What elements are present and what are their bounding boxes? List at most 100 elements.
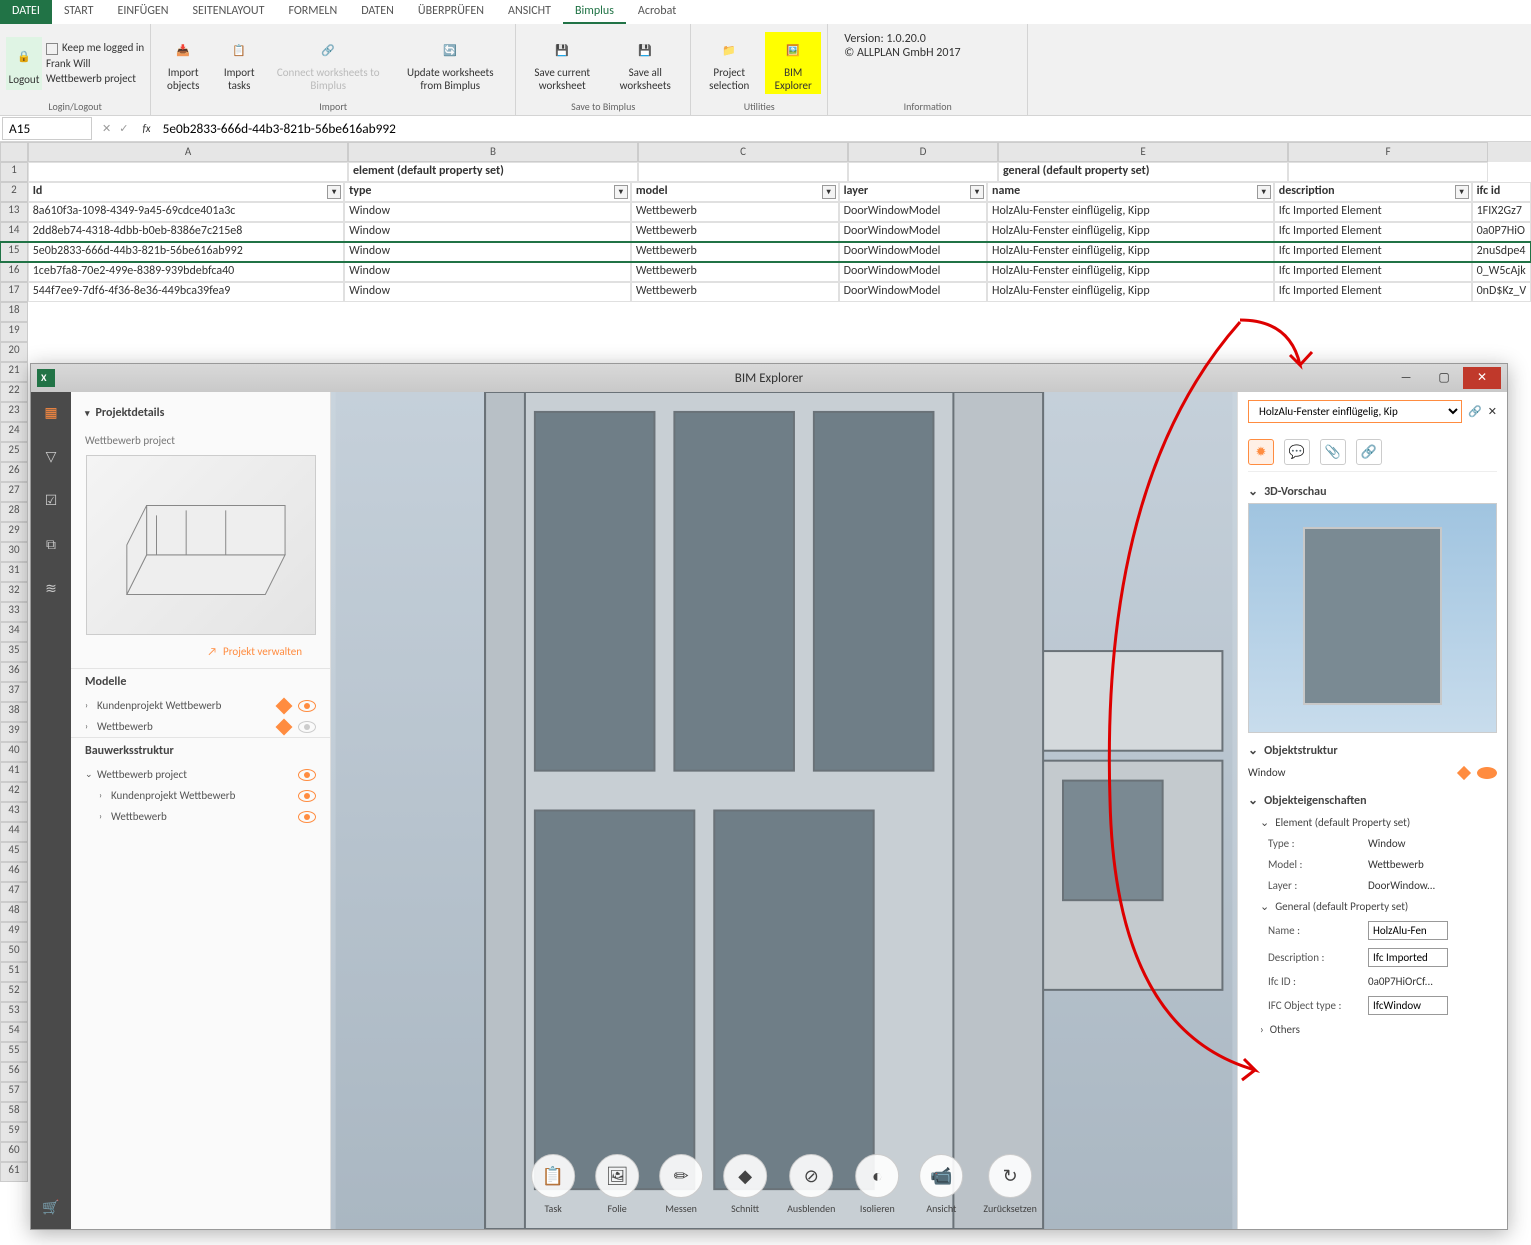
- col-header-a[interactable]: A: [28, 142, 348, 162]
- prop-tab-info-icon[interactable]: ✹: [1248, 439, 1274, 465]
- rail-tasks-icon[interactable]: ☑: [41, 490, 61, 510]
- section-models[interactable]: Modelle: [71, 668, 330, 695]
- tool-task[interactable]: 📋Task: [531, 1154, 575, 1215]
- struct-item-2[interactable]: ›Kundenprojekt Wettbewerb: [71, 785, 330, 806]
- filter-icon[interactable]: ▾: [1455, 185, 1469, 199]
- tool-view[interactable]: 📹Ansicht: [919, 1154, 963, 1215]
- row-header[interactable]: 25: [0, 442, 28, 462]
- row-header[interactable]: 36: [0, 662, 28, 682]
- col-header-c[interactable]: C: [638, 142, 848, 162]
- element-selector[interactable]: HolzAlu-Fenster einflügelig, Kip: [1248, 400, 1462, 423]
- diamond-icon[interactable]: [276, 697, 293, 714]
- import-objects-button[interactable]: 📥Import objects: [157, 32, 209, 94]
- row-header[interactable]: 42: [0, 782, 28, 802]
- row-header[interactable]: 33: [0, 602, 28, 622]
- diamond-icon[interactable]: [276, 718, 293, 735]
- row-header-1[interactable]: 1: [0, 162, 28, 182]
- row-header[interactable]: 29: [0, 522, 28, 542]
- row-header[interactable]: 34: [0, 622, 28, 642]
- project-selection-button[interactable]: 📁Project selection: [697, 32, 761, 94]
- row-header[interactable]: 32: [0, 582, 28, 602]
- rail-filter-icon[interactable]: ▽: [41, 446, 61, 466]
- tab-bimplus[interactable]: Bimplus: [563, 0, 626, 24]
- logout-button[interactable]: 🔒 Logout: [6, 37, 42, 90]
- row-header[interactable]: 57: [0, 1082, 28, 1102]
- row-header[interactable]: 51: [0, 962, 28, 982]
- section-structure[interactable]: Bauwerksstruktur: [71, 737, 330, 764]
- accept-formula-icon[interactable]: ✓: [119, 122, 128, 135]
- select-all-corner[interactable]: [0, 142, 28, 162]
- struct-item-3[interactable]: ›Wettbewerb: [71, 806, 330, 827]
- diamond-icon[interactable]: [1457, 765, 1471, 779]
- row-header[interactable]: 19: [0, 322, 28, 342]
- prop-tab-link-icon[interactable]: 🔗: [1356, 439, 1382, 465]
- cancel-formula-icon[interactable]: ✕: [102, 122, 111, 135]
- element-preview[interactable]: [1248, 503, 1497, 733]
- row-header[interactable]: 54: [0, 1022, 28, 1042]
- filter-icon[interactable]: ▾: [822, 185, 836, 199]
- row-header-2[interactable]: 2: [0, 182, 28, 202]
- tool-section[interactable]: ◆Schnitt: [723, 1154, 767, 1215]
- row-header[interactable]: 58: [0, 1102, 28, 1122]
- prop-name-input[interactable]: [1368, 921, 1448, 940]
- row-header[interactable]: 39: [0, 722, 28, 742]
- row-header[interactable]: 15: [0, 242, 28, 262]
- table-row[interactable]: 14 2dd8eb74-4318-4dbb-b0eb-8386e7c215e8 …: [0, 222, 1531, 242]
- row-header[interactable]: 37: [0, 682, 28, 702]
- row-header[interactable]: 45: [0, 842, 28, 862]
- row-header[interactable]: 41: [0, 762, 28, 782]
- eye-icon[interactable]: [298, 700, 316, 712]
- table-row[interactable]: 17 544f7ee9-7df6-4f36-8e36-449bca39fea9 …: [0, 282, 1531, 302]
- project-thumbnail[interactable]: [86, 455, 316, 635]
- row-header[interactable]: 13: [0, 202, 28, 222]
- row-header[interactable]: 61: [0, 1162, 28, 1182]
- table-row[interactable]: 13 8a610f3a-1098-4349-9a45-69cdce401a3c …: [0, 202, 1531, 222]
- keep-logged-checkbox[interactable]: Keep me logged in: [46, 41, 144, 54]
- row-header[interactable]: 50: [0, 942, 28, 962]
- tool-reset[interactable]: ↻Zurücksetzen: [983, 1154, 1037, 1215]
- row-header[interactable]: 53: [0, 1002, 28, 1022]
- filter-icon[interactable]: ▾: [327, 185, 341, 199]
- eye-icon[interactable]: [298, 811, 316, 823]
- row-header[interactable]: 22: [0, 382, 28, 402]
- section-object-props[interactable]: ⌄Objekteigenschaften: [1248, 789, 1497, 812]
- struct-item-1[interactable]: ⌄Wettbewerb project: [71, 764, 330, 785]
- row-header[interactable]: 18: [0, 302, 28, 322]
- row-header[interactable]: 28: [0, 502, 28, 522]
- row-header[interactable]: 59: [0, 1122, 28, 1142]
- rail-compare-icon[interactable]: ≋: [41, 578, 61, 598]
- model-item-2[interactable]: ›Wettbewerb: [71, 716, 330, 737]
- name-box[interactable]: [2, 117, 92, 140]
- tab-data[interactable]: DATEN: [349, 0, 406, 24]
- row-header[interactable]: 60: [0, 1142, 28, 1162]
- row-header[interactable]: 48: [0, 902, 28, 922]
- section-object-structure[interactable]: ⌄Objektstruktur: [1248, 739, 1497, 762]
- update-worksheets-button[interactable]: 🔄Update worksheets from Bimplus: [391, 32, 509, 94]
- propset-general[interactable]: ⌄General (default Property set): [1248, 896, 1497, 917]
- col-header-b[interactable]: B: [348, 142, 638, 162]
- row-header[interactable]: 31: [0, 562, 28, 582]
- section-project-details[interactable]: ▾Projektdetails: [71, 400, 330, 426]
- bim-3d-viewport[interactable]: 📋Task 🖼Folie ✏Messen ◆Schnitt ⊘Ausblende…: [331, 392, 1237, 1229]
- row-header[interactable]: 16: [0, 262, 28, 282]
- tab-review[interactable]: ÜBERPRÜFEN: [406, 0, 496, 24]
- col-header-e[interactable]: E: [998, 142, 1288, 162]
- bim-titlebar[interactable]: BIM Explorer — ▢ ✕: [31, 364, 1507, 392]
- propset-others[interactable]: ›Others: [1248, 1019, 1497, 1040]
- tool-hide[interactable]: ⊘Ausblenden: [787, 1154, 835, 1215]
- tab-insert[interactable]: EINFÜGEN: [105, 0, 180, 24]
- tab-file[interactable]: DATEI: [0, 0, 52, 24]
- maximize-button[interactable]: ▢: [1425, 367, 1463, 389]
- model-item-1[interactable]: ›Kundenprojekt Wettbewerb: [71, 695, 330, 716]
- bim-explorer-button[interactable]: 🖼️BIM Explorer: [765, 32, 821, 94]
- row-header[interactable]: 47: [0, 882, 28, 902]
- table-row[interactable]: 16 1ceb7fa8-70e2-499e-8389-939bdebfca40 …: [0, 262, 1531, 282]
- row-header[interactable]: 44: [0, 822, 28, 842]
- section-3d-preview[interactable]: ⌄3D-Vorschau: [1248, 480, 1497, 503]
- filter-icon[interactable]: ▾: [614, 185, 628, 199]
- close-panel-icon[interactable]: ✕: [1488, 405, 1497, 418]
- tab-acrobat[interactable]: Acrobat: [626, 0, 688, 24]
- eye-off-icon[interactable]: [298, 721, 316, 733]
- row-header[interactable]: 26: [0, 462, 28, 482]
- row-header[interactable]: 56: [0, 1062, 28, 1082]
